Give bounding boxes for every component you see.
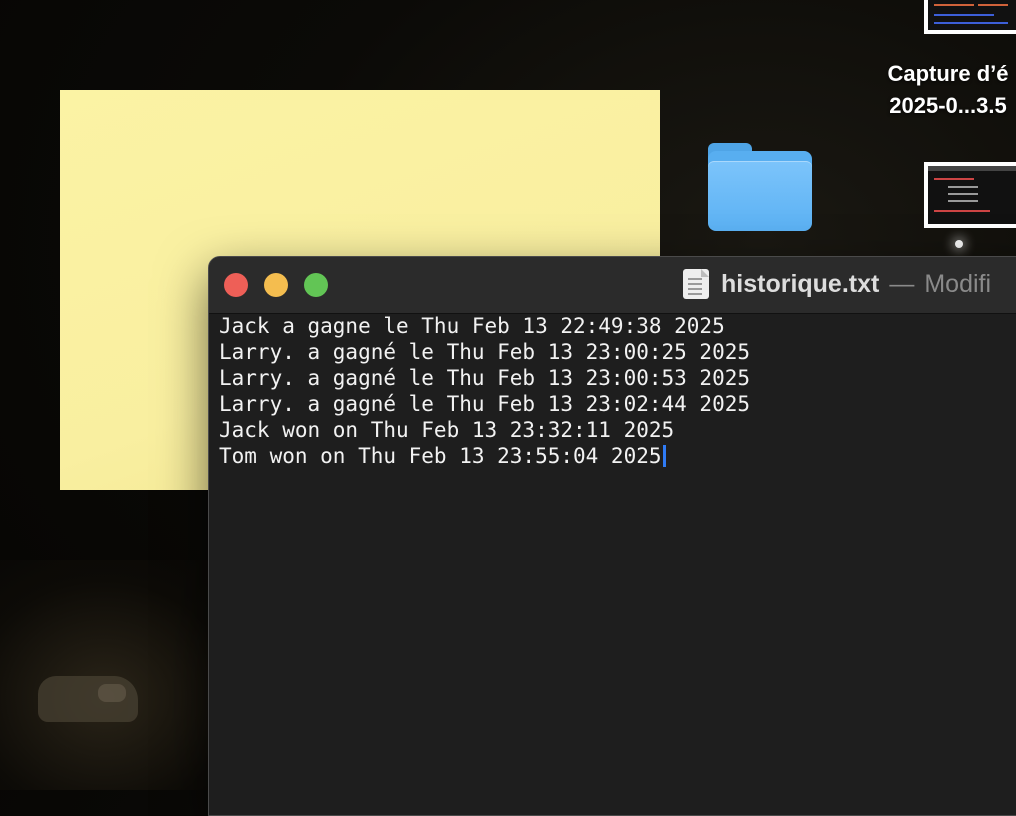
wallpaper-light [955,240,963,248]
text-line: Jack a gagne le Thu Feb 13 22:49:38 2025 [219,314,725,338]
screenshot-thumbnail-top[interactable] [924,0,1016,34]
text-line: Larry. a gagné le Thu Feb 13 23:02:44 20… [219,392,751,416]
text-line: Jack won on Thu Feb 13 23:32:11 2025 [219,418,675,442]
wallpaper-car [38,676,138,722]
window-status: Modifi [924,270,992,298]
textedit-window[interactable]: historique.txt — Modifi Jack a gagne le Th… [208,256,1016,816]
text-line: Larry. a gagné le Thu Feb 13 23:00:53 20… [219,366,751,390]
zoom-button[interactable] [304,273,328,297]
screenshot-file-label[interactable]: Capture d’é 2025-0...3.5 [868,58,1016,122]
text-line-text: Tom won on Thu Feb 13 23:55:04 2025 [219,444,662,468]
window-titlebar[interactable]: historique.txt — Modifi [209,257,1016,314]
screenshot-thumbnail[interactable] [924,162,1016,228]
folder-icon[interactable] [708,143,812,231]
title-separator: — [889,270,915,298]
close-button[interactable] [224,273,248,297]
text-line-last: Tom won on Thu Feb 13 23:55:04 2025 [219,443,1016,469]
folder-front [708,161,812,231]
file-label-line-2: 2025-0...3.5 [889,93,1007,118]
window-title: historique.txt — Modifi [721,267,991,301]
document-icon[interactable] [683,269,709,299]
file-label-line-1: Capture d’é [887,61,1009,86]
window-filename: historique.txt [721,270,880,298]
text-editor-area[interactable]: Jack a gagne le Thu Feb 13 22:49:38 2025… [219,313,1016,815]
minimize-button[interactable] [264,273,288,297]
text-caret [662,445,666,467]
text-line: Larry. a gagné le Thu Feb 13 23:00:25 20… [219,340,751,364]
